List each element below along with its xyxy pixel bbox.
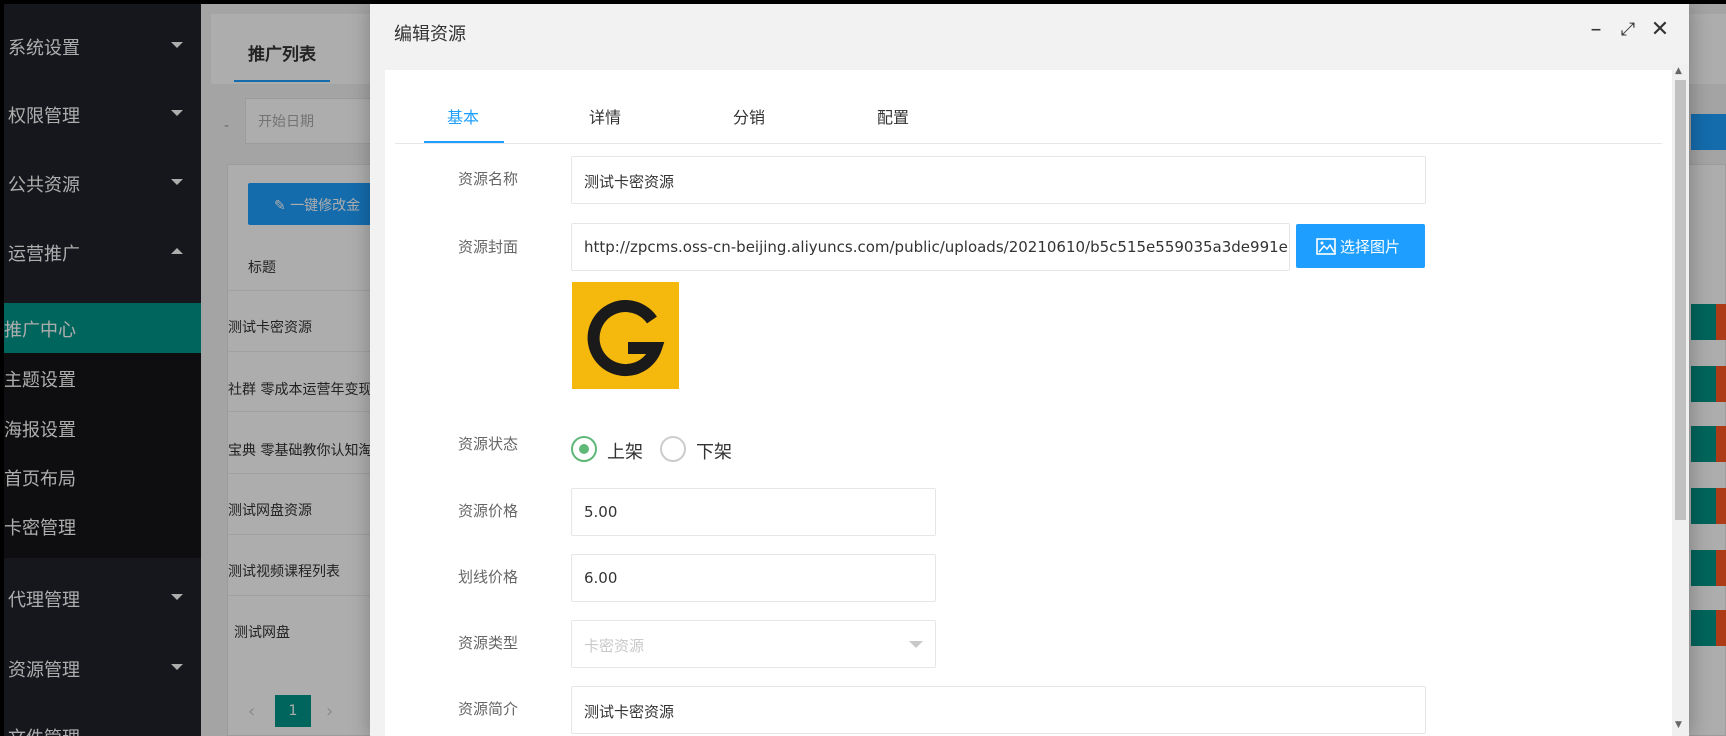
- field-label-type: 资源类型: [458, 634, 519, 652]
- resource-type-select[interactable]: 卡密资源: [571, 620, 936, 668]
- resource-name-input[interactable]: 测试卡密资源: [571, 156, 1426, 204]
- field-label-cover: 资源封面: [458, 238, 519, 256]
- choose-image-button[interactable]: 选择图片: [1296, 224, 1425, 268]
- cover-thumbnail: [572, 282, 679, 389]
- tab-indicator: [424, 141, 504, 143]
- radio-label: 下架: [696, 442, 732, 463]
- tab-distribution[interactable]: 分销: [733, 104, 765, 128]
- radio-checked-icon: [571, 436, 597, 462]
- choose-image-label: 选择图片: [1340, 238, 1401, 256]
- form-tabs: 基本 详情 分销 配置: [395, 70, 1662, 144]
- radio-label: 上架: [607, 442, 643, 463]
- intro-input[interactable]: 测试卡密资源: [571, 686, 1426, 734]
- app-frame: 系统设置 权限管理 公共资源 运营推广 推广中心 主题设置 海报设置 首页布局 …: [4, 4, 1726, 736]
- minimize-icon[interactable]: –: [1582, 16, 1610, 44]
- tab-config[interactable]: 配置: [877, 104, 909, 128]
- dialog-scrollbar[interactable]: ▲ ▼: [1672, 64, 1689, 736]
- field-label-status: 资源状态: [458, 435, 519, 453]
- scroll-up-icon[interactable]: ▲: [1675, 66, 1682, 76]
- edit-resource-dialog: 编辑资源 – ⤢ ✕ 基本 详情 分销 配置 资源名称 测试卡密资源 资源封面 …: [370, 4, 1689, 736]
- field-label-intro: 资源简介: [458, 700, 519, 718]
- maximize-icon[interactable]: ⤢: [1614, 16, 1642, 44]
- strike-price-input[interactable]: 6.00: [571, 554, 936, 602]
- scrollbar-thumb[interactable]: [1675, 80, 1686, 520]
- close-icon[interactable]: ✕: [1646, 16, 1674, 44]
- scroll-down-icon[interactable]: ▼: [1675, 720, 1682, 730]
- radio-unchecked-icon: [660, 436, 686, 462]
- image-icon: [1316, 238, 1336, 255]
- chevron-down-icon: [909, 641, 923, 648]
- field-label-strike-price: 划线价格: [458, 568, 519, 586]
- cover-logo-image: [572, 282, 679, 389]
- tab-basic[interactable]: 基本: [447, 104, 479, 128]
- dialog-title: 编辑资源: [394, 24, 466, 45]
- tab-details[interactable]: 详情: [589, 104, 621, 128]
- price-input[interactable]: 5.00: [571, 488, 936, 536]
- resource-type-value: 卡密资源: [584, 637, 645, 655]
- cover-url-input[interactable]: http://zpcms.oss-cn-beijing.aliyuncs.com…: [571, 223, 1290, 271]
- field-label-name: 资源名称: [458, 170, 519, 188]
- field-label-price: 资源价格: [458, 502, 519, 520]
- dialog-body: 基本 详情 分销 配置 资源名称 测试卡密资源 资源封面 http://zpcm…: [385, 70, 1672, 736]
